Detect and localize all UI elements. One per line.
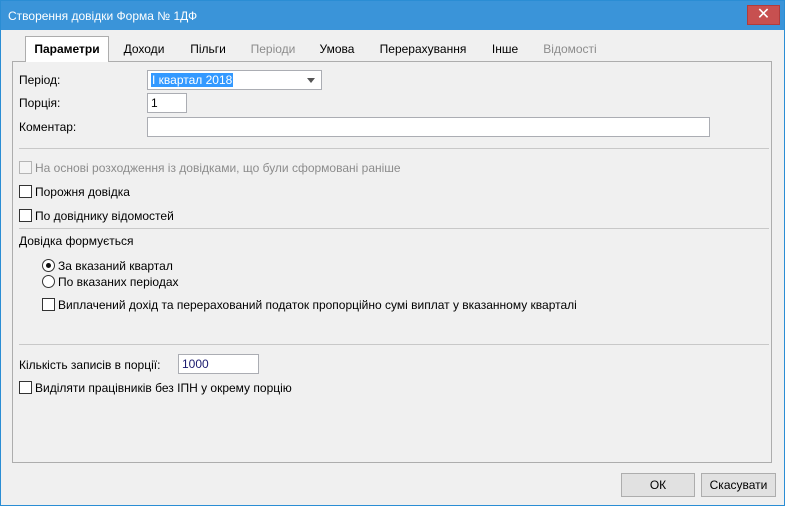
tab-label: Пільги — [190, 42, 226, 56]
tab-label: Доходи — [123, 42, 165, 56]
title-bar[interactable]: Створення довідки Форма № 1ДФ ✕ — [1, 1, 784, 30]
radio-quarter-label[interactable]: За вказаний квартал — [58, 259, 173, 273]
by-statements-ref-checkbox[interactable] — [19, 209, 32, 222]
portion-value: 1 — [151, 96, 158, 110]
close-icon: ✕ — [756, 6, 771, 23]
tab-statements: Відомості — [534, 41, 606, 61]
tab-benefits[interactable]: Пільги — [179, 41, 237, 61]
ok-button[interactable]: ОК — [621, 473, 695, 497]
portion-label: Порція: — [19, 96, 61, 110]
radio-periods-label[interactable]: По вказаних періодах — [58, 275, 179, 289]
tab-label: Періоди — [250, 42, 296, 56]
comment-label: Коментар: — [19, 120, 77, 134]
divider — [19, 344, 769, 345]
formation-group-label: Довідка формується — [19, 234, 134, 248]
by-statements-ref-label[interactable]: По довіднику відомостей — [35, 209, 174, 223]
period-dropdown[interactable]: I квартал 2018 — [147, 70, 322, 90]
records-count-value: 1000 — [182, 357, 209, 371]
tab-periods: Періоди — [240, 41, 306, 61]
radio-quarter[interactable] — [42, 259, 55, 272]
tab-other[interactable]: Інше — [482, 41, 528, 61]
period-label: Період: — [19, 73, 61, 87]
tab-label: Перерахування — [379, 42, 467, 56]
tab-label: Параметри — [34, 42, 100, 56]
proportional-label[interactable]: Виплачений дохід та перерахований подато… — [58, 298, 577, 312]
dialog-window: Створення довідки Форма № 1ДФ ✕ Параметр… — [0, 0, 785, 506]
records-count-input[interactable]: 1000 — [178, 354, 259, 374]
tab-recalculation[interactable]: Перерахування — [370, 41, 476, 61]
divider — [19, 228, 769, 229]
tab-label: Відомості — [543, 42, 597, 56]
tab-parameters[interactable]: Параметри — [25, 36, 109, 63]
tab-condition[interactable]: Умова — [310, 41, 364, 61]
comment-input[interactable] — [147, 117, 710, 137]
radio-periods[interactable] — [42, 275, 55, 288]
based-on-diff-checkbox — [19, 161, 32, 174]
tab-bar: Параметри Доходи Пільги Періоди Умова Пе… — [12, 36, 772, 63]
divider — [19, 148, 769, 149]
chevron-down-icon — [307, 78, 315, 83]
cancel-button-label: Скасувати — [709, 478, 768, 492]
window-title: Створення довідки Форма № 1ДФ — [8, 9, 198, 23]
separate-no-ipn-label[interactable]: Виділяти працівників без ІПН у окрему по… — [35, 381, 292, 395]
close-button[interactable]: ✕ — [747, 5, 780, 25]
parameters-panel: Період: I квартал 2018 Порція: 1 Комента… — [12, 62, 772, 463]
cancel-button[interactable]: Скасувати — [701, 473, 776, 497]
separate-no-ipn-checkbox[interactable] — [19, 381, 32, 394]
tab-label: Умова — [319, 42, 355, 56]
tab-income[interactable]: Доходи — [115, 41, 173, 61]
period-value: I квартал 2018 — [151, 73, 234, 87]
proportional-checkbox[interactable] — [42, 298, 55, 311]
ok-button-label: ОК — [649, 478, 667, 492]
empty-certificate-checkbox[interactable] — [19, 185, 32, 198]
empty-certificate-label[interactable]: Порожня довідка — [35, 185, 130, 199]
records-count-label: Кількість записів в порції: — [19, 358, 161, 372]
portion-input[interactable]: 1 — [147, 93, 187, 113]
radio-selected-dot — [46, 263, 51, 268]
based-on-diff-label: На основі розходження із довідками, що б… — [35, 161, 401, 175]
tab-label: Інше — [491, 42, 519, 56]
